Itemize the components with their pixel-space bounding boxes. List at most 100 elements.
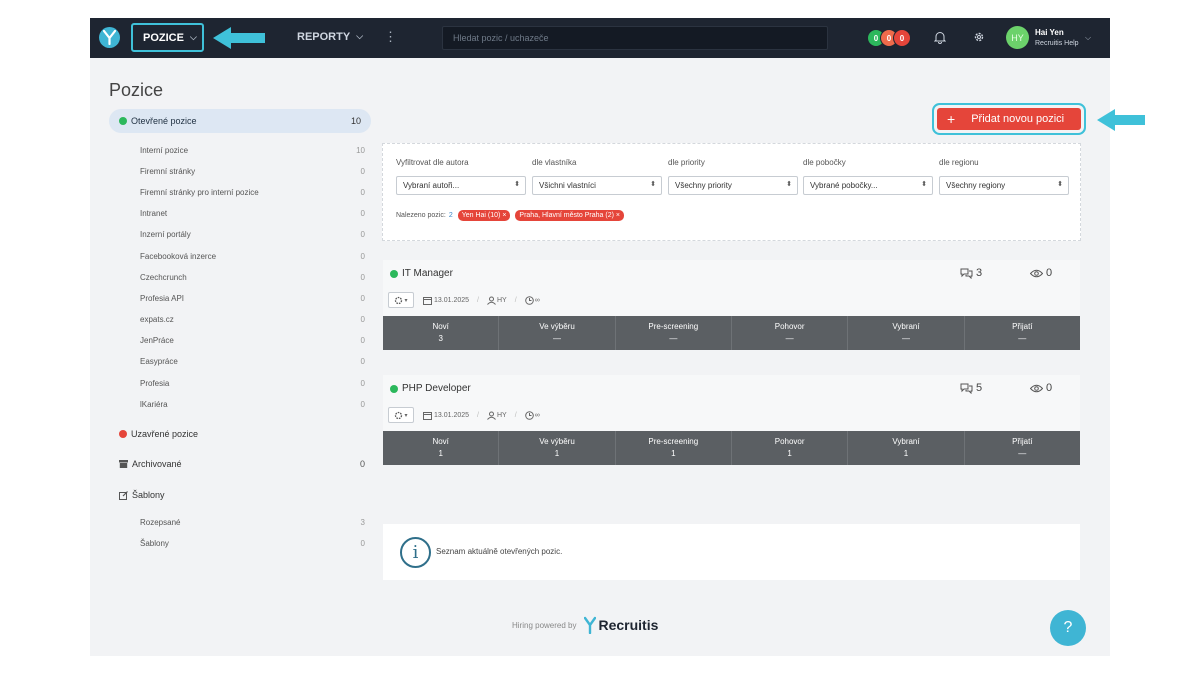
- pipeline-stage[interactable]: Vybraní —: [848, 316, 965, 350]
- sidebar-channel-item[interactable]: Czechcrunch 0: [140, 273, 365, 282]
- job-card: PHP Developer 5 0 ▾ 13.01.2025 / HY / ∞ …: [383, 375, 1080, 465]
- job-title[interactable]: PHP Developer: [390, 383, 471, 394]
- avatar[interactable]: HY: [1006, 26, 1029, 49]
- sidebar-item-closed-positions[interactable]: Uzavřené pozice: [119, 429, 365, 439]
- pipeline-stage[interactable]: Noví 1: [383, 431, 500, 465]
- tutorial-arrow-icon: [213, 27, 265, 49]
- caret-down-icon: ▾: [404, 297, 408, 304]
- footer-brand-text: Recruitis: [598, 617, 659, 633]
- edit-icon: [119, 490, 128, 500]
- job-title[interactable]: IT Manager: [390, 268, 453, 279]
- filter-author-select[interactable]: Vybraní autoři... ⬍: [396, 176, 526, 195]
- channel-label: Czechcrunch: [140, 273, 187, 282]
- calendar-icon: [423, 411, 432, 420]
- filter-tag[interactable]: Praha, Hlavní město Praha (2) ×: [515, 210, 624, 221]
- pipeline-stage[interactable]: Ve výběru —: [499, 316, 616, 350]
- archived-count: 0: [359, 459, 365, 469]
- sidebar-channel-item[interactable]: Firemní stránky pro interní pozice 0: [140, 188, 365, 197]
- pipeline-stage[interactable]: Ve výběru 1: [499, 431, 616, 465]
- sidebar-channel-item[interactable]: Profesia 0: [140, 379, 365, 388]
- sidebar-channel-item[interactable]: Interní pozice 10: [140, 146, 365, 155]
- stage-value: 1: [671, 449, 676, 458]
- stage-label: Pohovor: [774, 437, 805, 446]
- app-frame: POZICE ⌵ REPORTY ⌵ ⋮ Hledat pozic / ucha…: [90, 18, 1110, 656]
- recruitis-logo-icon[interactable]: [99, 27, 120, 48]
- pipeline-stage[interactable]: Pre-screening —: [616, 316, 732, 350]
- channel-label: Intranet: [140, 209, 168, 218]
- filter-owner-select[interactable]: Všichni vlastníci ⬍: [532, 176, 662, 195]
- recruitis-logo-icon: [584, 616, 597, 634]
- sidebar-channel-item[interactable]: Inzerní portály 0: [140, 230, 365, 239]
- stage-label: Pohovor: [774, 322, 805, 331]
- sidebar-channel-item[interactable]: Intranet 0: [140, 209, 365, 218]
- gear-icon[interactable]: [973, 31, 985, 43]
- comments-count: 3: [976, 267, 983, 279]
- sidebar-channel-item[interactable]: Firemní stránky 0: [140, 167, 365, 176]
- pipeline-stage[interactable]: Vybraní 1: [848, 431, 965, 465]
- pipeline-stage[interactable]: Noví 3: [383, 316, 500, 350]
- filter-owner-label: dle vlastníka: [532, 158, 577, 167]
- nav-pozice[interactable]: POZICE ⌵: [131, 23, 204, 52]
- help-button[interactable]: ?: [1050, 610, 1086, 646]
- filter-region-select[interactable]: Všechny regiony ⬍: [939, 176, 1069, 195]
- pipeline-stage[interactable]: Pre-screening 1: [616, 431, 732, 465]
- stage-value: —: [1018, 449, 1027, 458]
- pipeline-stage[interactable]: Pohovor —: [732, 316, 849, 350]
- search-input[interactable]: Hledat pozic / uchazeče: [442, 26, 828, 50]
- more-vertical-icon[interactable]: ⋮: [384, 29, 397, 45]
- channel-count: 0: [360, 209, 365, 218]
- job-views[interactable]: 0: [1030, 267, 1052, 279]
- pipeline-stage[interactable]: Pohovor 1: [732, 431, 849, 465]
- add-position-label: Přidat novou pozici: [971, 113, 1065, 125]
- job-settings-button[interactable]: ▾: [388, 407, 414, 423]
- filter-author-value: Vybraní autoři...: [403, 181, 460, 190]
- stage-label: Pre-screening: [648, 437, 699, 446]
- channel-count: 0: [360, 357, 365, 366]
- comments-count: 5: [976, 382, 983, 394]
- stage-label: Noví: [432, 437, 449, 446]
- notification-badges[interactable]: 0 0 0: [867, 29, 911, 47]
- sidebar-channel-item[interactable]: expats.cz 0: [140, 315, 365, 324]
- filter-branch-select[interactable]: Vybrané pobočky... ⬍: [803, 176, 933, 195]
- sidebar-template-item[interactable]: Rozepsané 3: [140, 518, 365, 527]
- sidebar-item-open-positions[interactable]: Otevřené pozice 10: [109, 109, 371, 133]
- channel-count: 10: [356, 146, 365, 155]
- nav-reporty[interactable]: REPORTY ⌵: [297, 31, 363, 43]
- stage-value: 3: [438, 334, 443, 343]
- pipeline-stage[interactable]: Přijatí —: [965, 431, 1080, 465]
- sidebar-item-templates[interactable]: Šablony: [119, 490, 365, 500]
- sidebar-channel-item[interactable]: Profesia API 0: [140, 294, 365, 303]
- pipeline-stages: Noví 3 Ve výběru — Pre-screening — Pohovor —…: [383, 316, 1080, 350]
- pipeline-stage[interactable]: Přijatí —: [965, 316, 1080, 350]
- info-text: Seznam aktuálně otevřených pozic.: [436, 547, 563, 556]
- sidebar-template-item[interactable]: Šablony 0: [140, 539, 365, 548]
- plus-icon: +: [947, 111, 956, 127]
- filter-tag[interactable]: Yen Hai (10) ×: [457, 210, 511, 221]
- filter-priority-value: Všechny priority: [675, 181, 732, 190]
- footer-brand[interactable]: Recruitis: [584, 616, 658, 634]
- archive-icon: [119, 460, 128, 468]
- add-position-button[interactable]: + Přidat novou pozici: [937, 108, 1081, 130]
- eye-icon: [1030, 384, 1043, 392]
- filter-branch-label: dle pobočky: [803, 158, 846, 167]
- bell-icon[interactable]: [934, 31, 946, 44]
- page-scrollbar[interactable]: [1100, 58, 1110, 656]
- sidebar-channel-item[interactable]: JenPráce 0: [140, 336, 365, 345]
- stage-value: 1: [787, 449, 792, 458]
- sidebar-channel-item[interactable]: lKariéra 0: [140, 400, 365, 409]
- sidebar-channel-item[interactable]: Easypráce 0: [140, 357, 365, 366]
- user-name[interactable]: Hai Yen: [1035, 28, 1064, 37]
- calendar-icon: [423, 296, 432, 305]
- stage-value: 1: [438, 449, 443, 458]
- job-views[interactable]: 0: [1030, 382, 1052, 394]
- chevron-down-icon[interactable]: ⌵: [1085, 33, 1091, 43]
- comments-icon: [960, 383, 973, 394]
- sidebar-channel-item[interactable]: Facebooková inzerce 0: [140, 252, 365, 261]
- job-comments[interactable]: 5: [960, 382, 982, 394]
- sidebar-item-archived[interactable]: Archivované 0: [119, 459, 365, 469]
- job-settings-button[interactable]: ▾: [388, 292, 414, 308]
- job-comments[interactable]: 3: [960, 267, 982, 279]
- filter-priority-select[interactable]: Všechny priority ⬍: [668, 176, 798, 195]
- found-count[interactable]: 2: [449, 212, 453, 219]
- channel-label: Inzerní portály: [140, 230, 191, 239]
